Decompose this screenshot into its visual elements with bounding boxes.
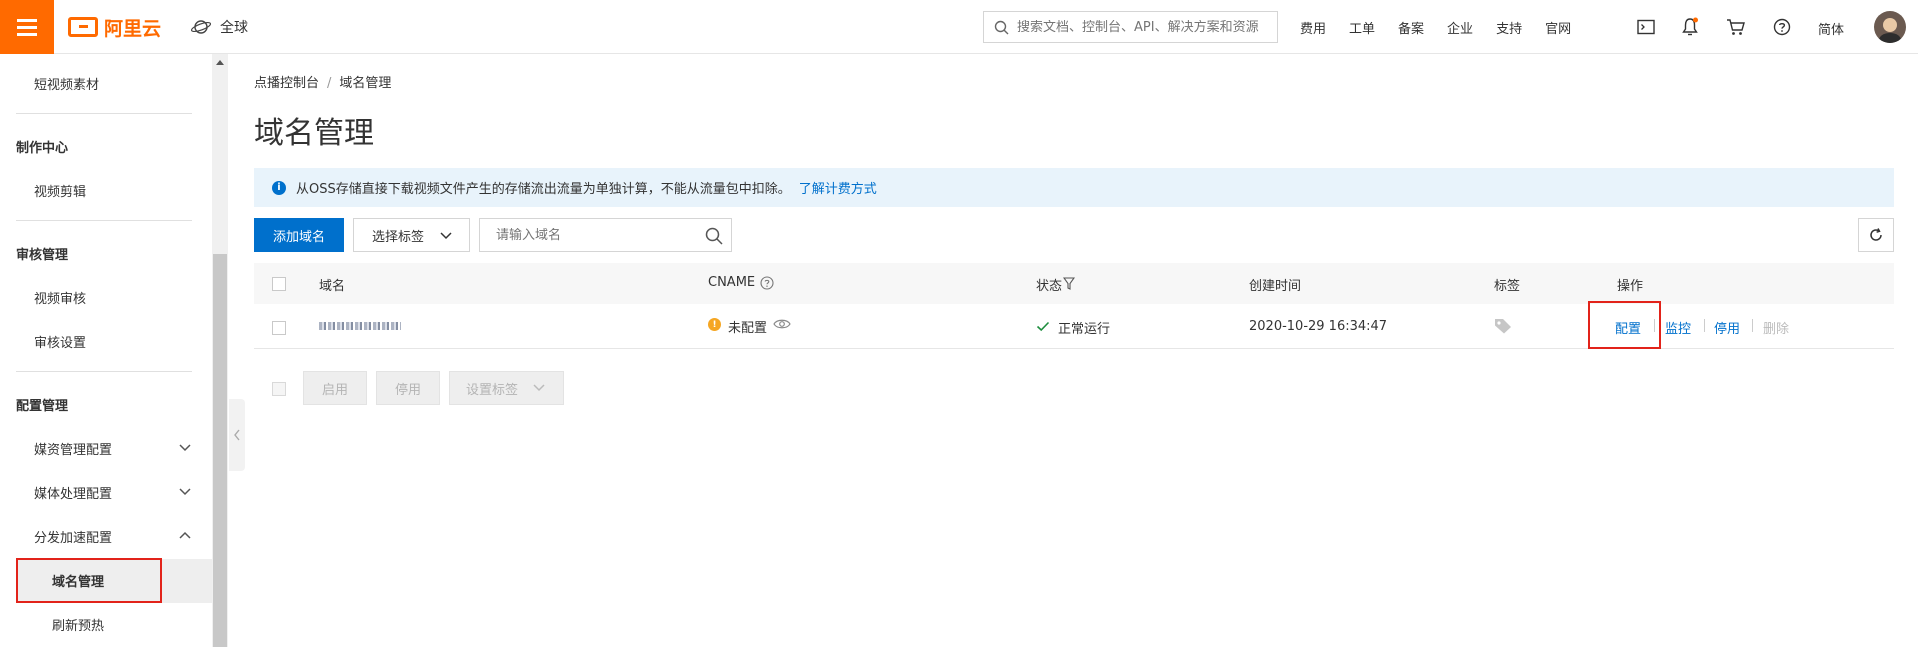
info-icon: i [272,180,286,195]
sidebar-divider [16,220,192,221]
breadcrumb-current: 域名管理 [339,76,392,91]
sidebar-section-production: 制作中心 [16,141,69,156]
row-checkbox[interactable] [272,321,286,335]
breadcrumb: 点播控制台 / 域名管理 [254,72,391,91]
user-avatar[interactable] [1874,11,1906,43]
chevron-down-icon[interactable] [178,443,192,453]
disable-action-link[interactable]: 停用 [1714,318,1740,337]
column-header-status: 状态 [1036,279,1063,294]
column-header-created: 创建时间 [1249,279,1302,294]
sidebar-item-media-process-config[interactable]: 媒体处理配置 [34,483,112,502]
chevron-down-icon[interactable] [178,487,192,497]
page-title: 域名管理 [254,116,374,151]
help-icon[interactable] [760,276,774,290]
language-switch[interactable]: 简体 [1818,19,1844,38]
top-links: 费用 工单 备案 企业 支持 官网 [1300,0,1594,54]
top-link-enterprise[interactable]: 企业 [1447,18,1473,37]
action-separator [1704,319,1705,332]
billing-notice: i 从OSS存储直接下载视频文件产生的存储流出流量为单独计算，不能从流量包中扣除… [254,168,1894,207]
action-separator [1752,319,1753,332]
sidebar-scroll-thumb[interactable] [213,254,227,647]
delete-action-link[interactable]: 删除 [1763,318,1789,337]
tag-select-label: 选择标签 [372,229,425,245]
aliyun-logo[interactable]: 阿里云 [68,14,161,40]
batch-set-tag-button[interactable]: 设置标签 [449,371,564,405]
check-icon [1036,321,1050,332]
domain-search-input[interactable] [496,227,696,243]
domain-status: 正常运行 [1058,322,1111,337]
column-header-domain: 域名 [319,279,346,294]
sidebar-collapse-handle[interactable] [229,399,245,471]
highlight-box-config [1588,301,1661,349]
refresh-button[interactable] [1858,218,1894,252]
chevron-left-icon [234,429,240,441]
masked-domain-name[interactable] [319,322,401,330]
domain-search-box[interactable] [479,218,732,252]
sidebar-divider [16,371,192,372]
sidebar-item-review-settings[interactable]: 审核设置 [34,332,86,351]
cname-status: 未配置 [728,321,768,336]
refresh-icon [1870,228,1882,241]
sidebar-item-refresh-preheat[interactable]: 刷新预热 [52,615,104,634]
cart-icon[interactable] [1726,17,1746,37]
sidebar-item-cdn-config[interactable]: 分发加速配置 [34,527,112,546]
batch-enable-button[interactable]: 启用 [303,371,367,405]
tag-icon[interactable] [1494,318,1512,334]
top-link-ticket[interactable]: 工单 [1349,18,1375,37]
chevron-down-icon [440,232,452,240]
sidebar-item-video-edit[interactable]: 视频剪辑 [34,181,86,200]
global-search-input[interactable] [1017,19,1267,35]
global-search-box[interactable] [983,11,1278,43]
logo-text: 阿里云 [104,17,162,40]
batch-disable-button[interactable]: 停用 [376,371,440,405]
top-link-icp[interactable]: 备案 [1398,18,1424,37]
bell-icon[interactable] [1680,17,1700,37]
created-time: 2020-10-29 16:34:47 [1249,319,1388,334]
region-selector[interactable]: 全球 [190,17,248,37]
tag-select-dropdown[interactable]: 选择标签 [353,218,470,252]
batch-set-tag-label: 设置标签 [466,382,519,398]
search-icon [994,20,1009,34]
top-link-support[interactable]: 支持 [1496,18,1522,37]
sidebar-section-review: 审核管理 [16,248,69,263]
breadcrumb-separator: / [327,76,332,91]
top-navigation-bar: 阿里云 全球 费用 工单 备案 企业 支持 官网 简体 [0,0,1918,54]
sidebar-section-config: 配置管理 [16,399,69,414]
eye-icon[interactable] [773,318,791,330]
help-icon[interactable] [1772,17,1792,37]
highlight-box-sidebar [16,558,162,603]
add-domain-button[interactable]: 添加域名 [254,218,344,252]
aliyun-logo-icon [68,17,98,37]
batch-select-checkbox[interactable] [272,382,286,396]
scroll-up-arrow-icon[interactable] [216,60,224,65]
sidebar-item-short-video-material[interactable]: 短视频素材 [34,74,99,93]
filter-icon[interactable] [1063,277,1075,290]
monitor-action-link[interactable]: 监控 [1665,318,1691,337]
billing-info-link[interactable]: 了解计费方式 [799,178,877,197]
search-icon[interactable] [705,227,723,245]
warning-icon: ! [708,318,721,331]
hamburger-menu-button[interactable] [0,0,54,54]
column-header-cname: CNAME [708,275,756,290]
sidebar-item-media-asset-config[interactable]: 媒资管理配置 [34,439,112,458]
notice-text: 从OSS存储直接下载视频文件产生的存储流出流量为单独计算，不能从流量包中扣除。 [296,182,791,197]
menu-icon [17,25,37,29]
sidebar-item-video-review[interactable]: 视频审核 [34,288,86,307]
column-header-tag: 标签 [1494,279,1521,294]
column-header-action: 操作 [1617,279,1644,294]
top-link-billing[interactable]: 费用 [1300,18,1326,37]
sidebar-divider [16,113,192,114]
chevron-up-icon[interactable] [178,530,192,540]
select-all-checkbox[interactable] [272,277,286,291]
chevron-down-icon [533,384,545,392]
breadcrumb-root-link[interactable]: 点播控制台 [254,76,319,91]
top-link-official-site[interactable]: 官网 [1545,18,1571,37]
terminal-icon[interactable] [1636,17,1656,37]
globe-icon [190,20,212,34]
region-label: 全球 [220,20,248,36]
